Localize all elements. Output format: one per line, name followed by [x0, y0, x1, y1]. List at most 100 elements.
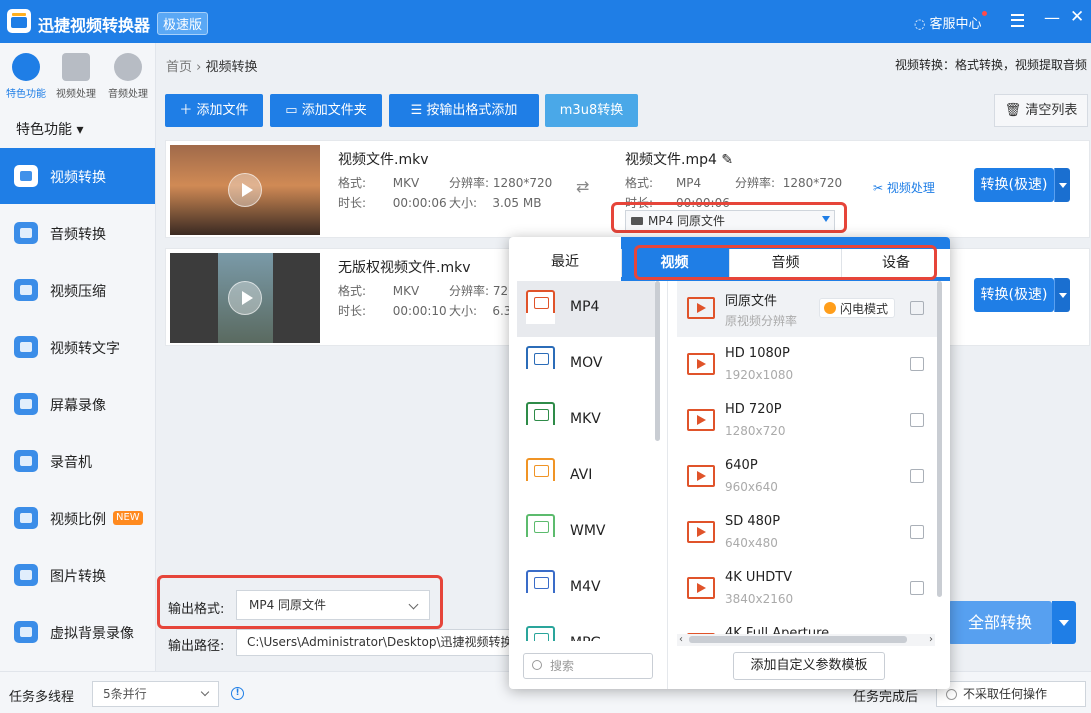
format-label: MP4 [570, 299, 600, 315]
edit-icon[interactable] [910, 413, 924, 427]
video-convert-icon [14, 165, 38, 187]
add-file-button[interactable]: ＋ 添加文件 [165, 94, 263, 127]
resolution-item[interactable]: SD 480P 640x480 [677, 505, 937, 561]
format-label: WMV [570, 523, 606, 539]
scrollbar[interactable] [937, 281, 942, 597]
edit-icon[interactable] [910, 357, 924, 371]
format-label: M4V [570, 579, 601, 595]
tab-video-processing[interactable]: 视频处理 [50, 53, 102, 100]
info-icon[interactable]: ! [231, 687, 244, 700]
camera-icon [14, 393, 38, 415]
file-format-icon: MOV [526, 346, 555, 380]
convert-button[interactable]: 转换(极速) [974, 278, 1054, 312]
format-item-mkv[interactable]: MKV MKV [517, 393, 655, 449]
resolution-item[interactable]: 4K Full Aperture [677, 617, 937, 635]
format-tag: AVI [526, 481, 555, 492]
format-item-m4v[interactable]: M4V M4V [517, 561, 655, 617]
scroll-left-icon[interactable]: ‹ [679, 634, 683, 645]
convert-options-arrow[interactable] [1054, 168, 1070, 202]
pencil-icon[interactable]: ✎ [721, 152, 733, 168]
clear-list-button[interactable]: 🗑 清空列表 [994, 94, 1088, 127]
tab-audio-processing[interactable]: 音频处理 [102, 53, 154, 100]
convert-button[interactable]: 转换(极速) [974, 168, 1054, 202]
output-path-field[interactable]: C:\Users\Administrator\Desktop\迅捷视频转换 [236, 629, 516, 656]
horizontal-scrollbar[interactable]: ‹ › [677, 634, 935, 646]
format-meta: 格式: MKV [338, 174, 419, 191]
sidebar-item-screen-record[interactable]: 屏幕录像 [0, 376, 155, 432]
resolution-item[interactable]: 同原文件 原视频分辨率 闪电模式 [677, 281, 937, 337]
video-process-link[interactable]: ✂ 视频处理 [873, 179, 935, 196]
multithread-label: 任务多线程 [9, 690, 75, 705]
output-name-text: 视频文件.mp4 [625, 152, 717, 168]
menu-icon[interactable] [1011, 14, 1024, 27]
play-icon[interactable] [228, 281, 262, 315]
sidebar-item-label: 视频比例 [50, 512, 106, 528]
add-folder-button[interactable]: ▭ 添加文件夹 [270, 94, 382, 127]
resolution-item[interactable]: HD 720P 1280x720 [677, 393, 937, 449]
convert-all-button[interactable]: 全部转换 [948, 601, 1052, 644]
video-thumbnail[interactable] [170, 145, 320, 235]
convert-all-options-arrow[interactable] [1052, 601, 1076, 644]
new-badge: NEW [113, 511, 143, 525]
text-icon [14, 336, 38, 358]
sidebar-item-video-compress[interactable]: 视频压缩 [0, 262, 155, 318]
sidebar-item-label: 视频转文字 [50, 341, 120, 357]
scrollbar[interactable] [655, 281, 660, 441]
format-item-avi[interactable]: AVI AVI [517, 449, 655, 505]
meta-value: MKV [392, 284, 420, 298]
format-item-mov[interactable]: MOV MOV [517, 337, 655, 393]
format-item-mp4[interactable]: MP4 MP4 [517, 281, 655, 337]
resolution-item[interactable]: 640P 960x640 [677, 449, 937, 505]
scroll-right-icon[interactable]: › [929, 634, 933, 645]
sidebar-item-audio-convert[interactable]: 音频转换 [0, 205, 155, 261]
add-by-format-button[interactable]: ☰ 按输出格式添加 [389, 94, 539, 127]
add-custom-template-button[interactable]: 添加自定义参数模板 [733, 652, 885, 680]
chat-icon: ◌ [914, 17, 930, 32]
meta-label: 时长: [338, 304, 367, 318]
customer-service-link[interactable]: ◌ 客服中心 [914, 11, 987, 32]
sidebar-item-video-convert[interactable]: 视频转换 [0, 148, 155, 204]
meta-value: 3.05 MB [492, 196, 542, 210]
sidebar-item-label: 视频压缩 [50, 284, 106, 300]
m3u8-button[interactable]: m3u8转换 [545, 94, 638, 127]
edit-icon[interactable] [910, 581, 924, 595]
close-icon[interactable]: ✕ [1070, 7, 1084, 27]
format-item-wmv[interactable]: WMV WMV [517, 505, 655, 561]
add-by-format-label: 按输出格式添加 [426, 103, 518, 118]
recorder-icon [14, 450, 38, 472]
format-search-input[interactable]: 搜索 [523, 653, 653, 679]
sidebar-item-image-convert[interactable]: 图片转换 [0, 547, 155, 603]
tab-featured[interactable]: 特色功能 [0, 53, 52, 100]
video-thumbnail[interactable] [170, 253, 320, 343]
edit-icon[interactable] [910, 525, 924, 539]
format-tag: M4V [526, 593, 555, 604]
resolution-item[interactable]: HD 1080P 1920x1080 [677, 337, 937, 393]
play-icon[interactable] [228, 173, 262, 207]
resolution-size: 3840x2160 [725, 592, 794, 606]
breadcrumb-home[interactable]: 首页 [166, 60, 192, 75]
sidebar-item-video-to-text[interactable]: 视频转文字 [0, 319, 155, 375]
after-complete-select[interactable]: 不采取任何操作 [936, 681, 1086, 707]
lightning-mode-badge[interactable]: 闪电模式 [819, 298, 896, 318]
ratio-icon [14, 507, 38, 529]
multithread-select[interactable]: 5条并行 [92, 681, 219, 707]
format-item-mpg[interactable]: MPG MPG [517, 617, 655, 641]
sidebar-item-virtual-bg[interactable]: 虚拟背景录像 [0, 604, 155, 660]
section-title[interactable]: 特色功能 ▾ [16, 119, 83, 139]
minimize-icon[interactable]: — [1044, 8, 1060, 27]
format-tag-text: MOV [531, 370, 550, 379]
resolution-item[interactable]: 4K UHDTV 3840x2160 [677, 561, 937, 617]
sidebar-item-video-ratio[interactable]: 视频比例 NEW [0, 490, 155, 546]
sidebar-item-recorder[interactable]: 录音机 [0, 433, 155, 489]
image-icon [14, 564, 38, 586]
scroll-thumb[interactable] [689, 636, 907, 643]
tab-recent[interactable]: 最近 [509, 237, 621, 281]
format-meta: 格式: MKV [338, 282, 419, 299]
resolution-name: 同原文件 [725, 294, 778, 309]
file-format-icon: MKV [526, 402, 555, 436]
format-tag: MKV [526, 425, 555, 436]
edit-icon[interactable] [910, 469, 924, 483]
output-file-name[interactable]: 视频文件.mp4 ✎ [625, 149, 733, 169]
convert-options-arrow[interactable] [1054, 278, 1070, 312]
edit-icon[interactable] [910, 301, 924, 315]
